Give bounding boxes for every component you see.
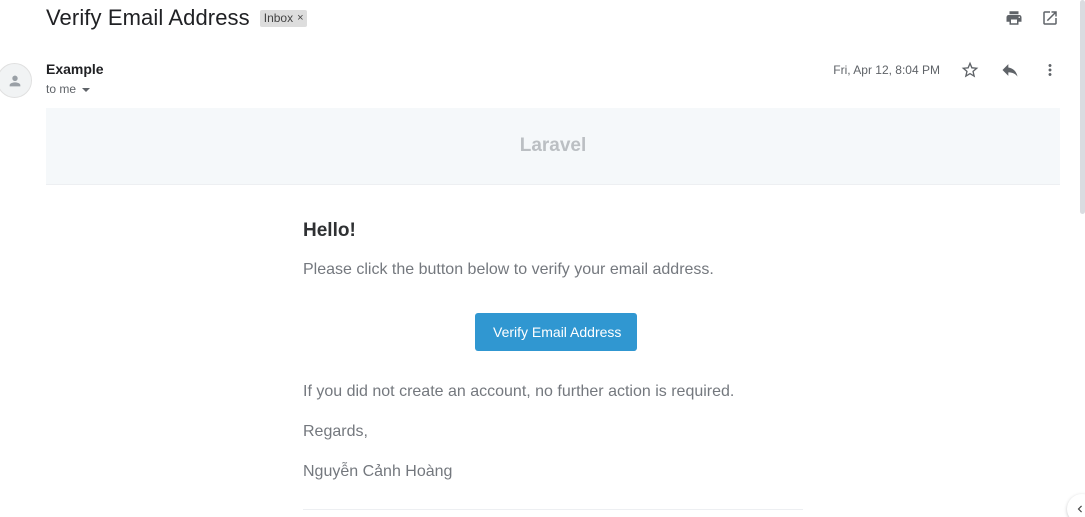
email-brand-header: Laravel bbox=[46, 108, 1060, 185]
signature-text: Nguyễn Cảnh Hoàng bbox=[303, 463, 453, 480]
message-actions bbox=[960, 60, 1060, 80]
inbox-label-text: Inbox bbox=[263, 11, 294, 25]
recipient-details-toggle[interactable]: to me bbox=[46, 82, 91, 96]
outro-text: If you did not create an account, no fur… bbox=[303, 383, 735, 400]
inbox-label-chip[interactable]: Inbox × bbox=[259, 9, 307, 27]
intro-text: Please click the button below to verify … bbox=[303, 261, 714, 278]
divider bbox=[303, 509, 803, 510]
open-in-new-window-icon[interactable] bbox=[1040, 8, 1060, 28]
email-subject-row: Verify Email Address Inbox × bbox=[46, 4, 307, 32]
brand-link[interactable]: Laravel bbox=[520, 135, 587, 157]
regards-text: Regards, bbox=[303, 423, 368, 440]
chevron-down-icon bbox=[82, 87, 91, 92]
side-panel-toggle[interactable] bbox=[1067, 494, 1085, 517]
chevron-left-icon bbox=[1077, 505, 1082, 513]
verify-email-button[interactable]: Verify Email Address bbox=[475, 313, 638, 351]
email-subject: Verify Email Address bbox=[46, 5, 250, 30]
star-icon[interactable] bbox=[960, 60, 980, 80]
recipient-text: to me bbox=[46, 82, 77, 96]
reply-icon[interactable] bbox=[1000, 60, 1020, 80]
more-vert-icon[interactable] bbox=[1040, 60, 1060, 80]
scrollbar[interactable] bbox=[1080, 0, 1085, 214]
greeting-heading: Hello! bbox=[303, 220, 356, 241]
email-body: Hello! Please click the button below to … bbox=[303, 220, 803, 510]
thread-actions bbox=[1004, 8, 1060, 28]
print-icon[interactable] bbox=[1004, 8, 1024, 28]
remove-label-icon[interactable]: × bbox=[297, 12, 303, 24]
person-icon bbox=[9, 75, 20, 86]
email-date: Fri, Apr 12, 8:04 PM bbox=[833, 63, 940, 77]
sender-avatar[interactable] bbox=[0, 63, 32, 98]
sender-name[interactable]: Example bbox=[46, 61, 104, 77]
action-button-wrapper: Verify Email Address bbox=[475, 313, 638, 351]
